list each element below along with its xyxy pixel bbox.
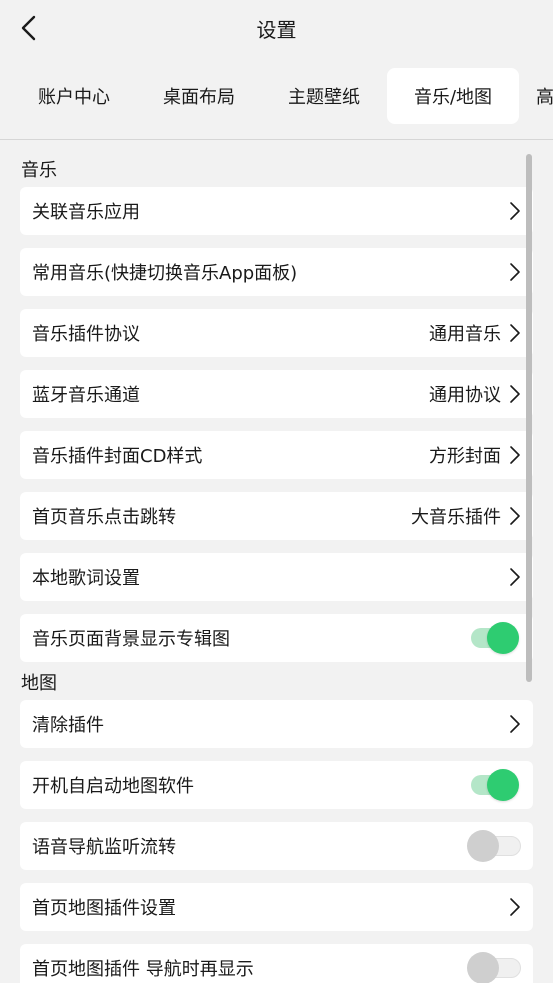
row-label: 首页地图插件 导航时再显示 xyxy=(32,959,254,980)
settings-list[interactable]: 音乐 关联音乐应用 常用音乐(快捷切换音乐App面板) 音乐插件协议 通用音乐 … xyxy=(0,140,553,983)
tab-bar: 账户中心 桌面布局 主题壁纸 音乐/地图 高 xyxy=(0,68,553,126)
row-music-cover-style[interactable]: 音乐插件封面CD样式 方形封面 xyxy=(20,431,533,479)
row-label: 语音导航监听流转 xyxy=(32,837,176,858)
autostart-map-toggle[interactable] xyxy=(469,768,519,802)
map-plugin-nav-only-toggle[interactable] xyxy=(467,951,521,983)
row-home-music-click[interactable]: 首页音乐点击跳转 大音乐插件 xyxy=(20,492,533,540)
row-linked-music-app[interactable]: 关联音乐应用 xyxy=(20,187,533,235)
row-common-music[interactable]: 常用音乐(快捷切换音乐App面板) xyxy=(20,248,533,296)
scrollbar[interactable] xyxy=(526,154,532,682)
row-label: 开机自启动地图软件 xyxy=(32,776,194,797)
row-music-plugin-protocol[interactable]: 音乐插件协议 通用音乐 xyxy=(20,309,533,357)
row-value: 方形封面 xyxy=(429,446,501,467)
row-label: 清除插件 xyxy=(32,715,104,736)
row-value: 通用协议 xyxy=(429,385,501,406)
settings-screen: 设置 账户中心 桌面布局 主题壁纸 音乐/地图 高 音乐 关联音乐应用 常用音乐… xyxy=(0,0,553,983)
album-background-toggle[interactable] xyxy=(469,621,519,655)
chevron-right-icon xyxy=(509,897,521,917)
row-label: 音乐页面背景显示专辑图 xyxy=(32,629,230,650)
row-map-plugin-nav-only[interactable]: 首页地图插件 导航时再显示 xyxy=(20,944,533,983)
row-label: 常用音乐(快捷切换音乐App面板) xyxy=(32,263,298,284)
section-title-map: 地图 xyxy=(21,673,57,694)
section-title-music: 音乐 xyxy=(21,160,57,181)
tab-account-center[interactable]: 账户中心 xyxy=(12,68,136,124)
row-label: 关联音乐应用 xyxy=(32,202,140,223)
row-voice-nav-listen[interactable]: 语音导航监听流转 xyxy=(20,822,533,870)
chevron-right-icon xyxy=(509,262,521,282)
row-clear-plugin[interactable]: 清除插件 xyxy=(20,700,533,748)
row-local-lyrics[interactable]: 本地歌词设置 xyxy=(20,553,533,601)
row-value: 大音乐插件 xyxy=(411,507,501,528)
chevron-right-icon xyxy=(509,323,521,343)
row-label: 首页地图插件设置 xyxy=(32,898,176,919)
chevron-right-icon xyxy=(509,714,521,734)
row-album-background[interactable]: 音乐页面背景显示专辑图 xyxy=(20,614,533,662)
tab-music-map[interactable]: 音乐/地图 xyxy=(387,68,519,124)
row-label: 首页音乐点击跳转 xyxy=(32,507,176,528)
chevron-right-icon xyxy=(509,201,521,221)
row-label: 本地歌词设置 xyxy=(32,568,140,589)
header: 设置 xyxy=(0,0,553,56)
row-bluetooth-music-channel[interactable]: 蓝牙音乐通道 通用协议 xyxy=(20,370,533,418)
row-home-map-plugin[interactable]: 首页地图插件设置 xyxy=(20,883,533,931)
row-label: 蓝牙音乐通道 xyxy=(32,385,140,406)
chevron-right-icon xyxy=(509,567,521,587)
voice-nav-listen-toggle[interactable] xyxy=(467,829,521,863)
chevron-right-icon xyxy=(509,384,521,404)
row-label: 音乐插件封面CD样式 xyxy=(32,446,203,467)
row-autostart-map[interactable]: 开机自启动地图软件 xyxy=(20,761,533,809)
tab-advanced[interactable]: 高 xyxy=(536,68,553,124)
tab-theme-wallpaper[interactable]: 主题壁纸 xyxy=(262,68,386,124)
row-value: 通用音乐 xyxy=(429,324,501,345)
row-label: 音乐插件协议 xyxy=(32,324,140,345)
tab-desktop-layout[interactable]: 桌面布局 xyxy=(137,68,261,124)
page-title: 设置 xyxy=(256,18,297,42)
chevron-right-icon xyxy=(509,506,521,526)
chevron-right-icon xyxy=(509,445,521,465)
